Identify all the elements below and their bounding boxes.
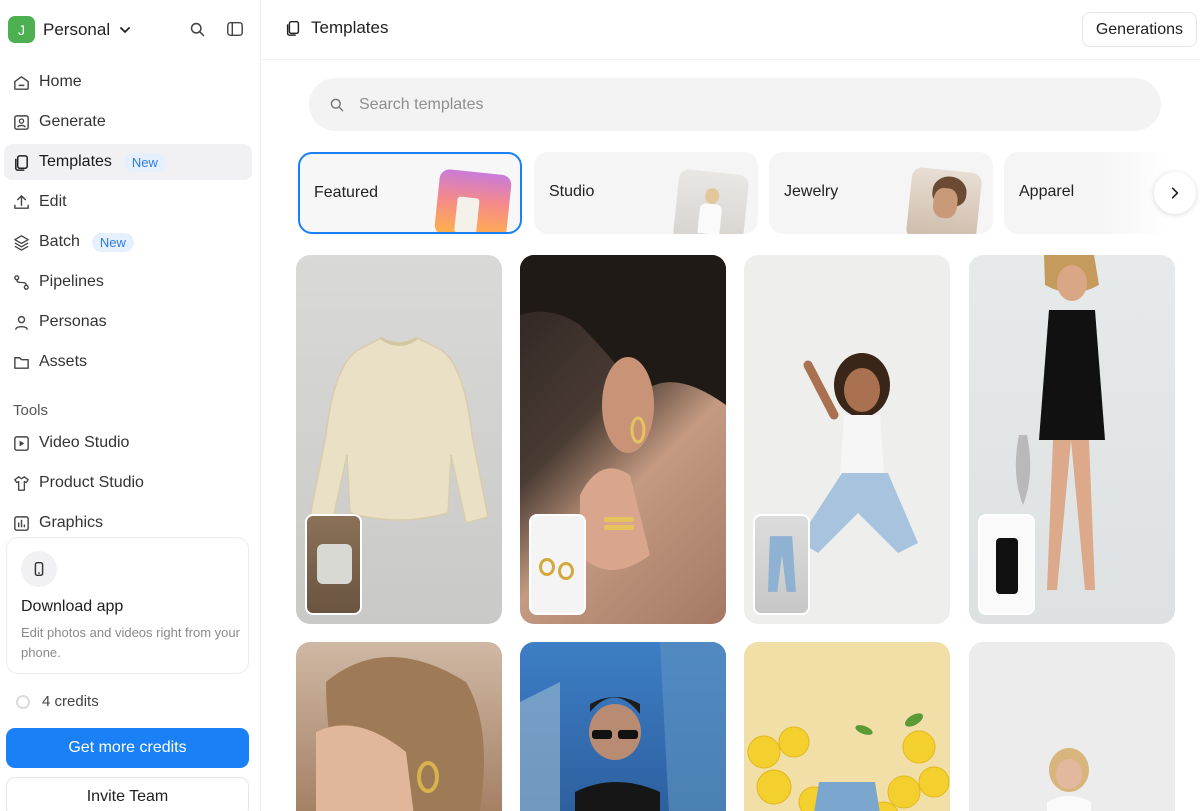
page-title: Templates [284,18,388,38]
sidebar-item-label: Assets [39,353,88,370]
home-icon [14,75,29,90]
sidebar-item-video-studio[interactable]: Video Studio [4,425,252,461]
new-badge: New [91,232,134,252]
copy-icon [15,154,28,171]
workspace-switcher[interactable]: J Personal [8,16,132,43]
man-sunglasses-image [520,642,726,811]
download-app-title: Download app [21,598,124,615]
template-tile-earrings[interactable] [520,255,726,624]
layers-icon [14,234,29,251]
category-studio[interactable]: Studio [534,152,758,234]
upload-icon [14,194,29,209]
image-portrait-icon [14,114,29,130]
sidebar-item-batch[interactable]: Batch New [4,224,252,260]
template-tile-woman-portrait[interactable] [296,642,502,811]
sidebar-item-personas[interactable]: Personas [4,304,252,340]
bar-chart-icon [14,515,29,531]
sidebar-item-product-studio[interactable]: Product Studio [4,465,252,501]
tools-nav: Video Studio Product Studio Graphics [4,425,252,545]
phone-icon [21,551,57,587]
jewelry-thumbnail [905,166,983,234]
workspace-name: Personal [43,19,111,39]
sidebar-item-label: Generate [39,113,106,130]
search-bar [309,78,1161,131]
sidebar-item-edit[interactable]: Edit [4,184,252,220]
play-square-icon [14,435,29,451]
inset-hoop-earrings-photo [529,514,586,615]
folder-icon [14,356,29,369]
featured-thumbnail [433,168,513,232]
sidebar-item-label: Edit [39,193,67,210]
credits-text: 4 credits [42,693,99,710]
sidebar-item-pipelines[interactable]: Pipelines [4,264,252,300]
search-icon [330,98,344,111]
invite-team-button[interactable]: Invite Team [6,777,249,811]
get-more-credits-button[interactable]: Get more credits [6,728,249,768]
download-app-card[interactable]: Download app Edit photos and videos righ… [6,537,249,674]
inset-dress-photo [978,514,1035,615]
sidebar-item-label: Home [39,73,82,90]
copy-icon [286,20,300,36]
sidebar-item-label: Templates [39,153,112,170]
user-icon [15,315,28,330]
credits-indicator: 4 credits [16,693,99,710]
chevron-down-icon [118,23,132,37]
lemons-jacket-image [747,713,950,811]
sidebar-item-label: Batch [39,233,80,250]
template-tile-man-sunglasses[interactable] [520,642,726,811]
generations-button[interactable]: Generations [1081,12,1197,47]
studio-thumbnail [672,168,750,234]
sidebar-item-label: Pipelines [39,273,104,290]
search-icon[interactable] [186,18,208,40]
template-tile-black-dress[interactable] [969,255,1175,624]
category-jewelry[interactable]: Jewelry [769,152,993,234]
sidebar: J Personal Home Generate Templates New E… [0,0,261,811]
template-tile-sweatshirt[interactable] [296,255,502,624]
inset-sweatshirt-photo [305,514,362,615]
shirt-icon [14,475,29,491]
category-label: Studio [549,183,595,200]
new-badge: New [123,152,166,172]
category-label: Apparel [1019,183,1075,200]
sidebar-item-home[interactable]: Home [4,64,252,100]
template-tile-jeans-model[interactable] [744,255,950,624]
tools-section-label: Tools [13,402,49,419]
credits-ring-icon [16,694,30,709]
category-featured[interactable]: Featured [298,152,522,234]
template-tile-studio-woman[interactable] [969,642,1175,811]
sidebar-toggle-icon[interactable] [224,18,246,40]
download-app-description: Edit photos and videos right from your p… [21,625,240,660]
category-label: Featured [314,184,379,201]
sidebar-item-label: Personas [39,313,107,330]
chevron-right-icon [1171,187,1179,199]
inset-jeans-photo [753,514,810,615]
woman-portrait-image [316,657,484,811]
sidebar-item-generate[interactable]: Generate [4,104,252,140]
sidebar-item-graphics[interactable]: Graphics [4,505,252,541]
sidebar-item-label: Video Studio [39,434,130,451]
search-input[interactable] [359,95,1059,114]
workspace-avatar: J [8,16,35,43]
studio-woman-image [1047,748,1091,811]
page-title-text: Templates [311,18,389,37]
sidebar-item-templates[interactable]: Templates New [4,144,252,180]
category-label: Jewelry [784,183,839,200]
top-header: Templates Generations [262,0,1200,60]
main-nav: Home Generate Templates New Edit Batch N… [4,64,252,384]
template-tile-lemons-jacket[interactable] [744,642,950,811]
sidebar-item-label: Product Studio [39,474,144,491]
pipeline-icon [14,274,29,290]
sidebar-item-assets[interactable]: Assets [4,344,252,380]
sidebar-item-label: Graphics [39,514,104,531]
carousel-next-button[interactable] [1154,172,1196,214]
